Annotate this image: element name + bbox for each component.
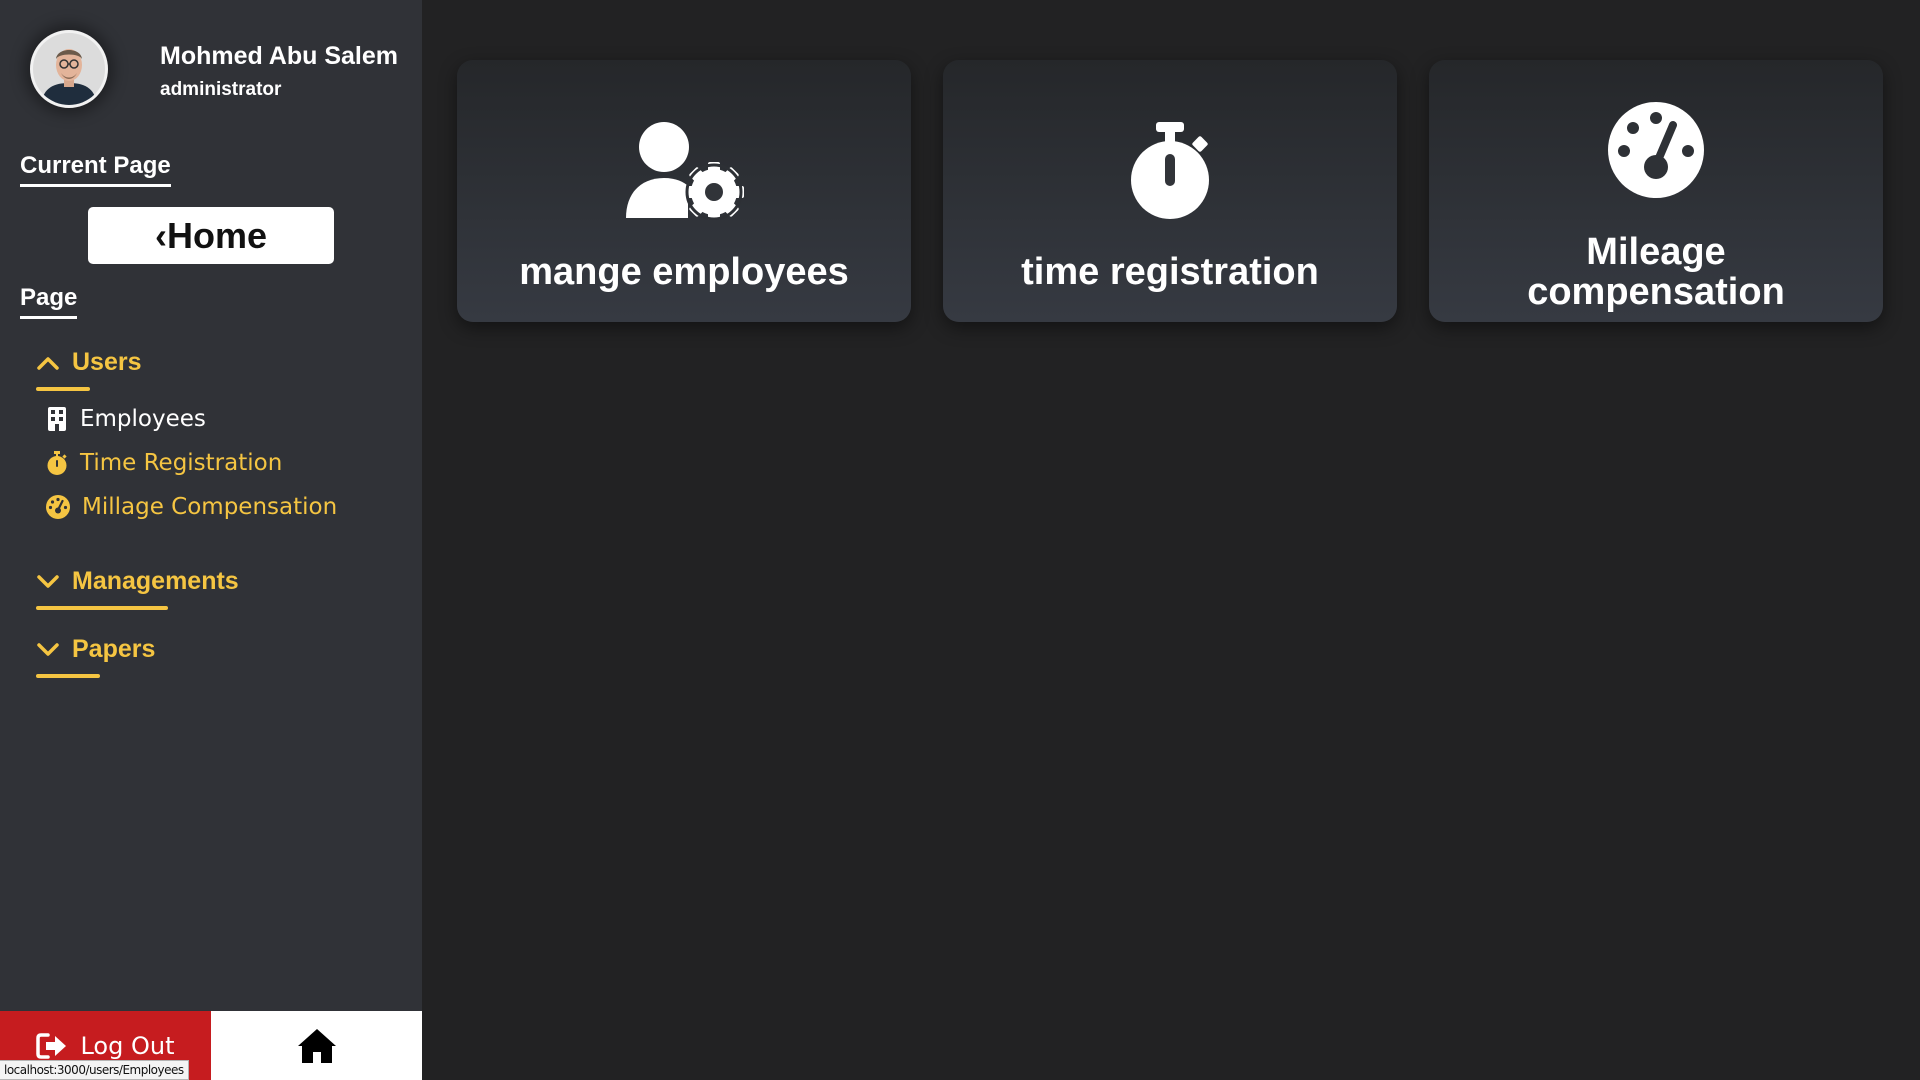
stopwatch-icon xyxy=(1131,122,1209,219)
current-page-label: Current Page xyxy=(20,152,171,187)
sidebar: Mohmed Abu Salem administrator Current P… xyxy=(0,0,422,1080)
card-mileage-compensation-label-line1: Mileage xyxy=(1586,231,1726,273)
card-mileage-compensation-label-line2: compensation xyxy=(1527,271,1785,313)
nav-group-papers: Papers xyxy=(36,635,155,678)
nav-group-managements-title: Managements xyxy=(72,567,239,595)
card-mileage-compensation-label: Mileage compensation xyxy=(1429,232,1883,312)
sign-out-icon xyxy=(36,1032,67,1059)
nav-group-managements: Managements xyxy=(36,567,239,610)
sidebar-item-employees-label: Employees xyxy=(80,406,206,432)
user-role: administrator xyxy=(160,78,282,100)
nav-group-papers-title: Papers xyxy=(72,635,156,663)
nav-group-underline xyxy=(36,674,100,678)
current-page-home-button[interactable]: ‹Home xyxy=(88,207,334,264)
stopwatch-icon xyxy=(47,451,67,475)
card-manage-employees-label: mange employees xyxy=(519,251,849,293)
card-mileage-compensation[interactable]: Mileage compensation xyxy=(1429,60,1883,322)
sidebar-item-millage-compensation-label: Millage Compensation xyxy=(82,494,338,520)
sidebar-item-time-registration-label: Time Registration xyxy=(80,450,283,476)
user-gear-icon xyxy=(626,122,744,220)
card-time-registration[interactable]: time registration xyxy=(943,60,1397,322)
nav-group-underline xyxy=(36,387,90,391)
nav-group-users: Users xyxy=(36,348,142,391)
avatar-photo-icon xyxy=(33,33,105,105)
status-bar-url: localhost:3000/users/Employees xyxy=(0,1060,189,1080)
gauge-icon xyxy=(46,495,70,519)
card-time-registration-label: time registration xyxy=(1021,251,1319,293)
card-manage-employees[interactable]: mange employees xyxy=(457,60,911,322)
nav-group-managements-toggle[interactable]: Managements xyxy=(36,567,239,596)
avatar xyxy=(30,30,108,108)
sidebar-item-time-registration[interactable]: Time Registration xyxy=(46,450,282,476)
user-profile: Mohmed Abu Salem administrator xyxy=(30,30,398,108)
chevron-down-icon xyxy=(37,574,59,588)
nav-group-papers-toggle[interactable]: Papers xyxy=(36,635,155,664)
chevron-up-icon xyxy=(37,356,59,370)
logout-label: Log Out xyxy=(80,1031,175,1060)
chevron-down-icon xyxy=(37,642,59,656)
building-icon xyxy=(48,407,66,431)
sidebar-item-employees[interactable]: Employees xyxy=(46,406,206,432)
gauge-icon xyxy=(1608,102,1704,198)
page-label: Page xyxy=(20,284,78,319)
home-button[interactable] xyxy=(211,1011,422,1080)
home-icon xyxy=(297,1028,336,1063)
nav-group-underline xyxy=(36,606,168,610)
sidebar-item-millage-compensation[interactable]: Millage Compensation xyxy=(46,494,337,520)
nav-group-users-title: Users xyxy=(72,348,142,376)
nav-group-users-toggle[interactable]: Users xyxy=(36,348,142,377)
user-name: Mohmed Abu Salem xyxy=(160,41,398,70)
